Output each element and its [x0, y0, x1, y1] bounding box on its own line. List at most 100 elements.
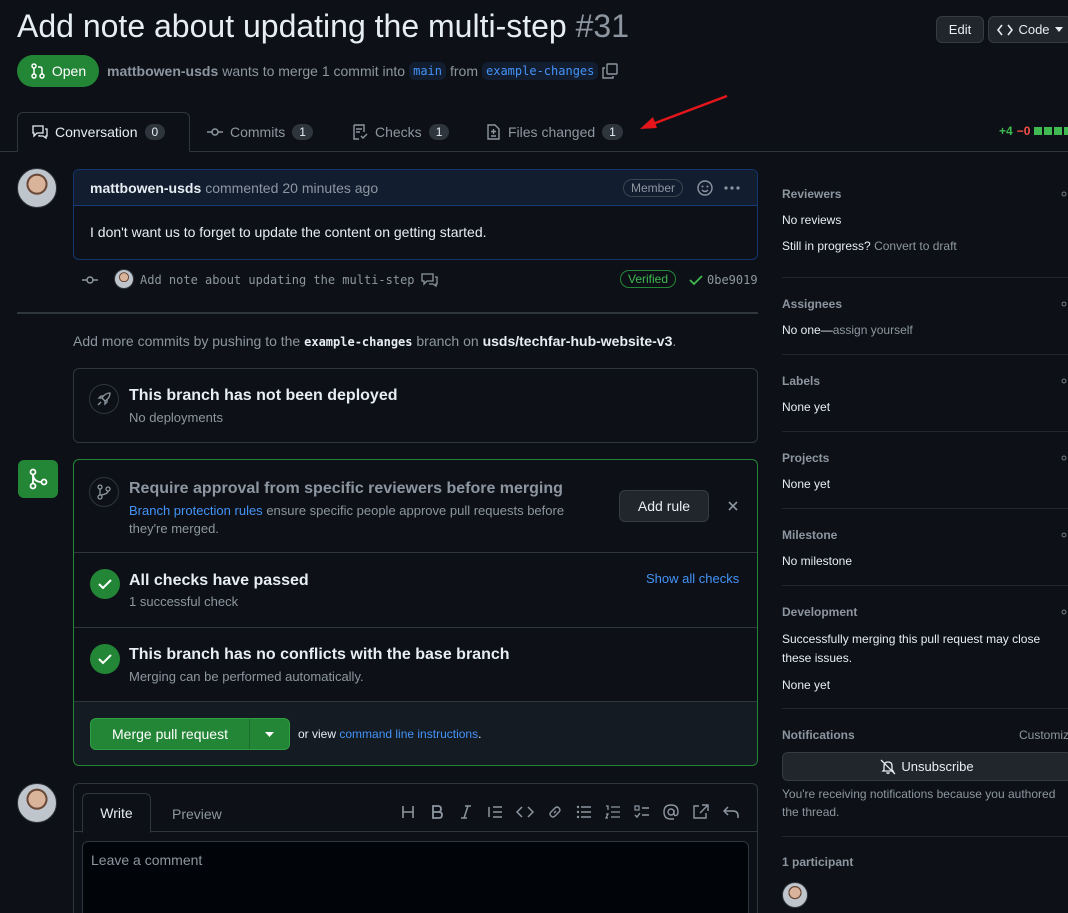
file-diff-icon	[487, 124, 500, 140]
undo-icon[interactable]	[723, 804, 739, 820]
gear-icon[interactable]	[1060, 298, 1068, 310]
comment-placeholder: Leave a comment	[91, 852, 203, 868]
preview-tab[interactable]: Preview	[172, 806, 222, 822]
push-hint: Add more commits by pushing to the examp…	[73, 333, 676, 349]
head-branch[interactable]: example-changes	[482, 62, 599, 80]
cli-suffix: .	[478, 727, 482, 741]
merge-summary: mattbowen-usds wants to merge 1 commit i…	[107, 62, 619, 80]
command-line-link[interactable]: command line instructions	[339, 727, 478, 741]
from-text: from	[450, 63, 478, 79]
avatar[interactable]	[114, 269, 134, 289]
gear-icon[interactable]	[1060, 452, 1068, 464]
chevron-down-icon	[1054, 27, 1063, 32]
convert-to-draft-link[interactable]: Convert to draft	[874, 239, 957, 253]
git-merge-icon	[18, 460, 58, 498]
diffstat-blocks	[1034, 127, 1068, 135]
comment-editor: Write Preview Leave a comment	[73, 783, 758, 913]
merge-button-group: Merge pull request	[90, 718, 290, 750]
sidebar-milestone: Milestone No milestone	[782, 509, 1068, 586]
milestone-title[interactable]: Milestone	[782, 528, 837, 542]
kebab-horizontal-icon[interactable]	[723, 180, 741, 196]
diffstat-removed: −0	[1016, 124, 1031, 138]
git-branch-icon	[89, 477, 119, 507]
link-icon[interactable]	[547, 804, 563, 820]
cli-hint: or view command line instructions.	[298, 727, 481, 741]
customize-link[interactable]: Customiz	[1019, 728, 1068, 742]
unsubscribe-button[interactable]: Unsubscribe	[782, 752, 1068, 781]
participant-avatar[interactable]	[782, 882, 808, 908]
gear-icon[interactable]	[1060, 529, 1068, 541]
avatar[interactable]	[17, 783, 57, 823]
close-icon[interactable]	[728, 501, 738, 511]
italic-icon[interactable]	[458, 804, 474, 820]
verified-badge[interactable]: Verified	[620, 270, 677, 288]
notifications-text: You're receiving notifications because y…	[782, 787, 1056, 819]
deploy-subtitle: No deployments	[129, 410, 223, 425]
conflicts-subtitle: Merging can be performed automatically.	[129, 669, 364, 684]
reviewers-title[interactable]: Reviewers	[782, 187, 841, 201]
comment-time[interactable]: 20 minutes ago	[282, 180, 378, 196]
conversation-icon	[32, 125, 48, 140]
tab-conversation[interactable]: Conversation 0	[17, 112, 190, 152]
code-button[interactable]: Code	[988, 16, 1068, 43]
branch-protection-link[interactable]: Branch protection rules	[129, 503, 263, 518]
tab-checks[interactable]: Checks 1	[352, 112, 450, 152]
gear-icon[interactable]	[1060, 375, 1068, 387]
merge-pull-request-button[interactable]: Merge pull request	[91, 719, 250, 749]
status-badge: Open	[17, 55, 99, 87]
author-link[interactable]: mattbowen-usds	[107, 63, 218, 79]
assign-yourself-link[interactable]: assign yourself	[833, 323, 913, 337]
reviewers-value: No reviews	[782, 213, 842, 227]
merge-dropdown-button[interactable]	[250, 719, 289, 749]
commit-message[interactable]: Add note about updating the multi-step	[140, 273, 415, 287]
labels-value: None yet	[782, 400, 831, 414]
comment-textarea[interactable]: Leave a comment	[82, 841, 749, 913]
comment-author[interactable]: mattbowen-usds	[90, 180, 201, 196]
tab-counter: 1	[428, 124, 450, 140]
write-tab[interactable]: Write	[82, 793, 151, 833]
conflicts-title: This branch has no conflicts with the ba…	[129, 646, 510, 663]
copy-icon[interactable]	[602, 63, 619, 79]
repo-link[interactable]: usds/techfar-hub-website-v3	[483, 333, 673, 349]
tab-label: Checks	[375, 124, 422, 140]
show-all-checks-link[interactable]: Show all checks	[646, 571, 739, 586]
labels-title[interactable]: Labels	[782, 374, 820, 388]
edit-label: Edit	[948, 22, 972, 37]
mention-icon[interactable]	[663, 804, 679, 820]
commit-icon	[82, 276, 98, 284]
bold-icon[interactable]	[429, 804, 445, 820]
draft-hint: Still in progress? Convert to draft	[782, 239, 957, 253]
tab-label: Files changed	[508, 124, 596, 140]
markdown-toolbar	[400, 804, 739, 820]
tab-label: Commits	[230, 124, 286, 140]
quote-icon[interactable]	[487, 804, 503, 820]
gear-icon[interactable]	[1060, 188, 1068, 200]
numbered-list-icon[interactable]	[605, 804, 621, 820]
development-title[interactable]: Development	[782, 605, 857, 619]
participants-title: 1 participant	[782, 855, 854, 869]
task-list-icon[interactable]	[634, 804, 650, 820]
push-hint-suffix: .	[672, 333, 677, 349]
push-hint-branch: example-changes	[304, 335, 413, 349]
code-label: Code	[1018, 22, 1050, 37]
tab-commits[interactable]: Commits 1	[207, 112, 313, 152]
assignees-title[interactable]: Assignees	[782, 297, 842, 311]
projects-title[interactable]: Projects	[782, 451, 829, 465]
reference-icon[interactable]	[692, 804, 710, 820]
gear-icon[interactable]	[1060, 606, 1068, 618]
add-rule-label: Add rule	[637, 498, 691, 514]
tab-files-changed[interactable]: Files changed 1	[485, 112, 623, 152]
base-branch[interactable]: main	[409, 62, 446, 80]
add-rule-button[interactable]: Add rule	[619, 490, 709, 522]
code-icon[interactable]	[516, 804, 534, 820]
avatar[interactable]	[17, 168, 57, 208]
heading-icon[interactable]	[400, 804, 416, 820]
edit-button[interactable]: Edit	[936, 16, 984, 43]
unsubscribe-label: Unsubscribe	[901, 759, 974, 774]
commit-sha[interactable]: 0be9019	[707, 273, 758, 287]
assignees-prefix: No one—	[782, 323, 833, 337]
smiley-icon[interactable]	[697, 179, 713, 196]
comment-body: I don't want us to forget to update the …	[90, 224, 487, 240]
bulleted-list-icon[interactable]	[576, 804, 592, 820]
check-circle-icon	[90, 644, 120, 674]
